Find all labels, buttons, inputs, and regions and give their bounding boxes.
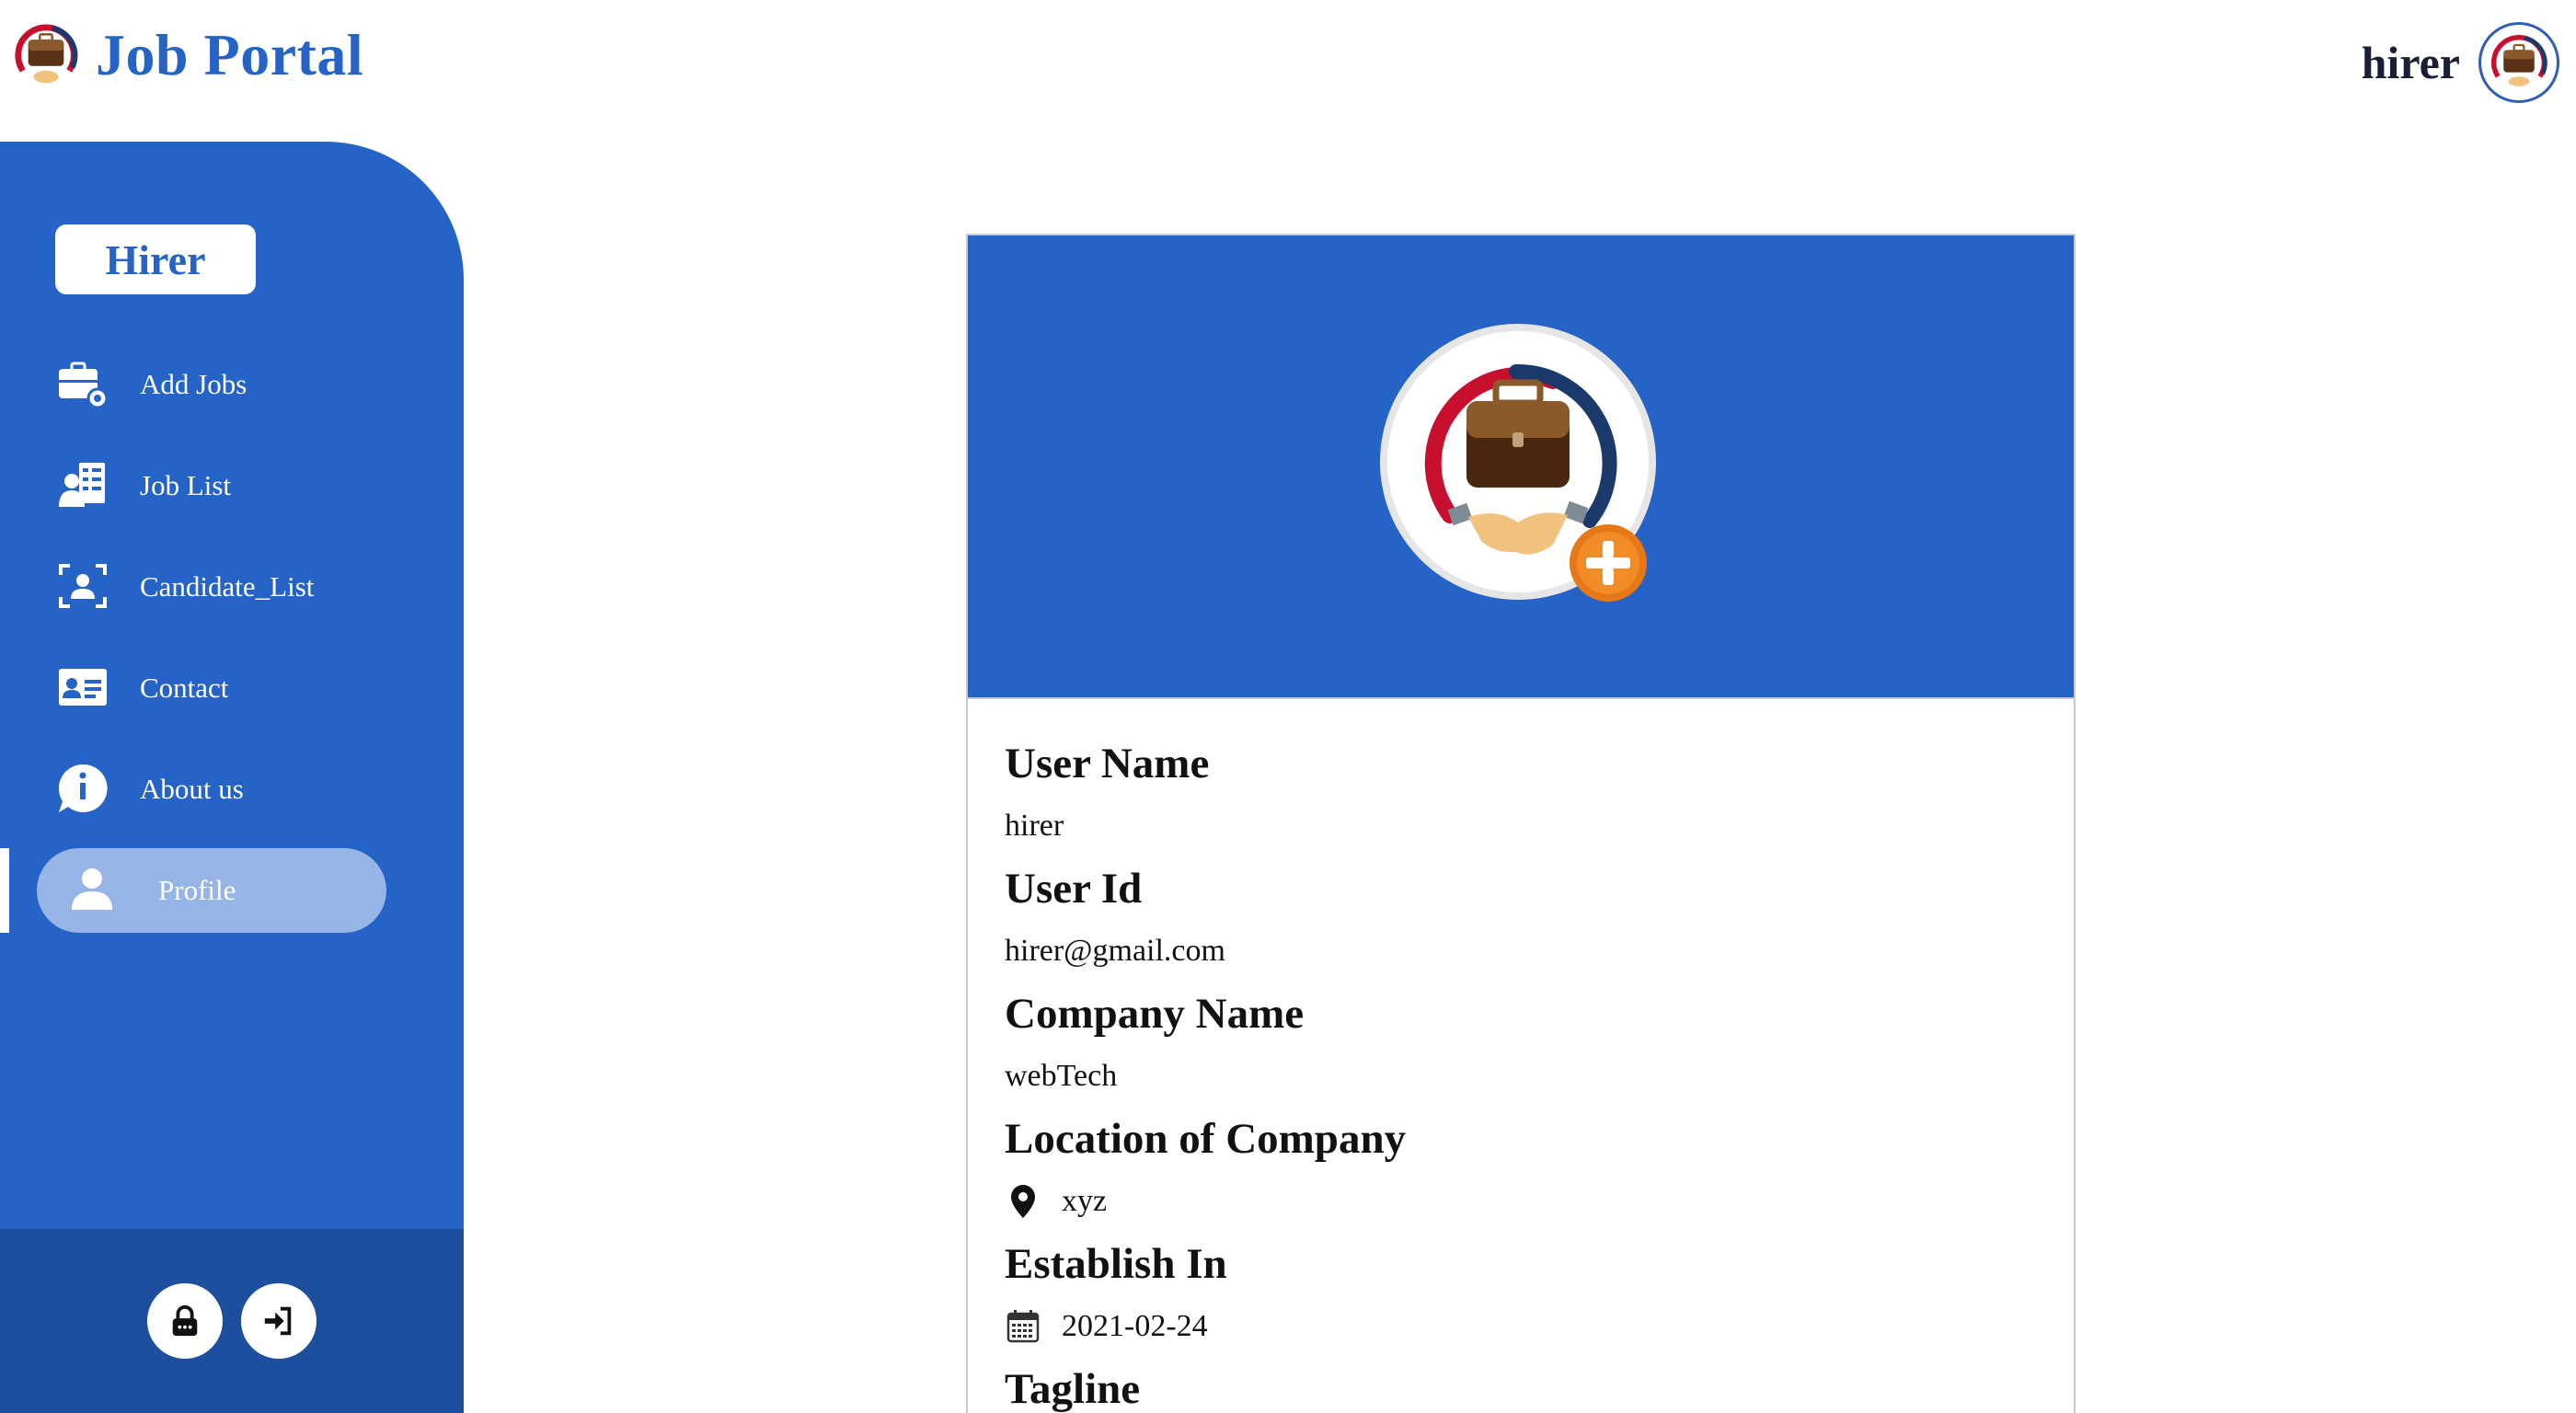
location-pin-icon bbox=[1011, 1185, 1035, 1218]
add-job-icon bbox=[55, 356, 110, 411]
sidebar-item-about-us[interactable]: About us bbox=[0, 738, 464, 839]
location-value: xyz bbox=[1062, 1184, 1108, 1218]
change-password-button[interactable] bbox=[147, 1283, 223, 1359]
sidebar-item-add-jobs[interactable]: Add Jobs bbox=[0, 333, 464, 434]
field-label-tagline: Tagline bbox=[1005, 1364, 1141, 1413]
field-value-user-id: hirer@gmail.com bbox=[1005, 920, 2035, 982]
page: Job Portal hirer Hirer Add Jobs Job List… bbox=[0, 0, 2576, 1413]
field-label-user-name: User Name bbox=[1005, 739, 1210, 787]
briefcase-avatar-icon bbox=[2485, 29, 2553, 97]
company-logo-button[interactable] bbox=[1378, 324, 1673, 618]
field-label-establish-in: Establish In bbox=[1005, 1239, 1227, 1288]
field-label-user-id: User Id bbox=[1005, 864, 1143, 913]
sidebar-nav: Add Jobs Job List Candidate_List Contact… bbox=[0, 333, 464, 940]
profile-banner bbox=[968, 236, 2074, 699]
field-label-company-name: Company Name bbox=[1005, 989, 1305, 1038]
contact-card-icon bbox=[55, 660, 110, 715]
sidebar-item-label: About us bbox=[140, 772, 244, 805]
brand[interactable]: Job Portal bbox=[7, 7, 363, 103]
user-name: hirer bbox=[2361, 37, 2460, 88]
user-name-value: hirer bbox=[1005, 809, 1064, 843]
sidebar-footer bbox=[0, 1229, 464, 1413]
field-label-location: Location of Company bbox=[1005, 1114, 1407, 1163]
user-menu[interactable]: hirer bbox=[2362, 17, 2559, 109]
candidate-scan-icon bbox=[55, 558, 110, 614]
field-value-establish-in: 2021-02-24 bbox=[1005, 1295, 2035, 1358]
field-value-location: xyz bbox=[1005, 1170, 2035, 1233]
avatar[interactable] bbox=[2478, 22, 2559, 103]
sidebar: Hirer Add Jobs Job List Candidate_List C… bbox=[0, 142, 464, 1413]
field-value-user-name: hirer bbox=[1005, 795, 2035, 857]
user-id-value: hirer@gmail.com bbox=[1005, 934, 1225, 968]
job-portal-logo-icon bbox=[10, 19, 82, 91]
profile-details: User Name hirer User Id hirer@gmail.com … bbox=[1005, 732, 2035, 1413]
sidebar-item-label: Profile bbox=[158, 873, 236, 906]
profile-card: User Name hirer User Id hirer@gmail.com … bbox=[966, 234, 2076, 1413]
calendar-icon bbox=[1006, 1310, 1040, 1343]
sidebar-item-label: Contact bbox=[140, 671, 229, 704]
role-badge: Hirer bbox=[55, 224, 256, 294]
sidebar-item-profile[interactable]: Profile bbox=[0, 839, 464, 940]
sidebar-item-label: Add Jobs bbox=[140, 367, 247, 400]
logout-button[interactable] bbox=[241, 1283, 316, 1359]
company-name-value: webTech bbox=[1005, 1059, 1118, 1093]
sidebar-item-label: Candidate_List bbox=[140, 569, 315, 603]
active-indicator bbox=[0, 848, 9, 933]
field-value-company-name: webTech bbox=[1005, 1045, 2035, 1108]
sidebar-item-label: Job List bbox=[140, 468, 232, 501]
app-title: Job Portal bbox=[96, 22, 364, 87]
sidebar-item-job-list[interactable]: Job List bbox=[0, 434, 464, 535]
sidebar-item-contact[interactable]: Contact bbox=[0, 637, 464, 738]
info-bubble-icon bbox=[55, 761, 110, 816]
logout-icon bbox=[264, 1306, 292, 1336]
job-list-icon bbox=[55, 457, 110, 512]
sidebar-item-candidate-list[interactable]: Candidate_List bbox=[0, 535, 464, 637]
lock-icon bbox=[172, 1304, 198, 1337]
establish-in-value: 2021-02-24 bbox=[1062, 1309, 1208, 1343]
company-logo-add-icon bbox=[1380, 324, 1656, 602]
person-icon bbox=[64, 862, 120, 917]
